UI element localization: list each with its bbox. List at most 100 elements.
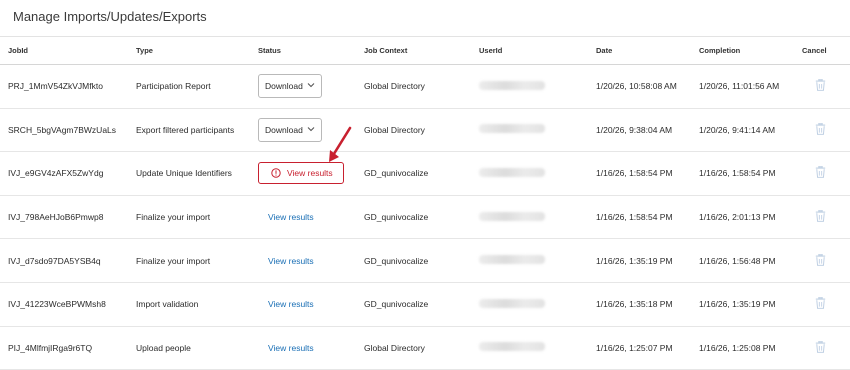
column-header-date: Date xyxy=(596,36,699,65)
cell-jobid: PRJ_1MmV54ZkVJMfkto xyxy=(0,64,136,109)
column-header-job-context: Job Context xyxy=(364,36,479,65)
cell-job-context: GD_qunivocalize xyxy=(364,238,479,283)
cell-jobid: IVJ_e9GV4zAFX5ZwYdg xyxy=(0,151,136,196)
alert-circle-icon xyxy=(271,168,281,179)
cell-job-context: Global Directory xyxy=(364,326,479,370)
cell-job-context: GD_qunivocalize xyxy=(364,195,479,240)
cell-jobid: IVJ_41223WceBPWMsh8 xyxy=(0,282,136,327)
cell-job-context: Global Directory xyxy=(364,108,479,153)
cell-completion: 1/16/26, 1:56:48 PM xyxy=(699,238,802,283)
cell-userid xyxy=(479,282,596,327)
download-dropdown-button[interactable]: Download xyxy=(258,117,322,142)
cell-cancel xyxy=(802,238,850,283)
cell-cancel xyxy=(802,108,850,153)
table-header-row: JobId Type Status Job Context UserId Dat… xyxy=(0,36,850,65)
view-results-label: View results xyxy=(287,168,333,179)
cell-date: 1/16/26, 1:58:54 PM xyxy=(596,151,699,196)
cell-completion: 1/16/26, 1:35:19 PM xyxy=(699,282,802,327)
cell-cancel xyxy=(802,282,850,327)
column-header-completion: Completion xyxy=(699,36,802,65)
cell-userid xyxy=(479,326,596,370)
view-results-button[interactable]: View results xyxy=(258,162,344,185)
view-results-link[interactable]: View results xyxy=(268,343,314,353)
table-row: IVJ_798AeHJoB6Pmwp8 Finalize your import… xyxy=(0,195,850,240)
table-row: IVJ_d7sdo97DA5YSB4q Finalize your import… xyxy=(0,238,850,283)
cell-userid xyxy=(479,195,596,240)
cell-type: Update Unique Identifiers xyxy=(136,151,258,196)
trash-icon[interactable] xyxy=(815,340,826,353)
cell-status: View results xyxy=(258,151,364,196)
cell-jobid: IVJ_798AeHJoB6Pmwp8 xyxy=(0,195,136,240)
table-row: PIJ_4MlfmjIRga9r6TQ Upload people View r… xyxy=(0,326,850,370)
cell-cancel xyxy=(802,64,850,109)
trash-icon[interactable] xyxy=(815,209,826,222)
trash-icon[interactable] xyxy=(815,297,826,310)
cell-status: View results xyxy=(258,326,364,370)
cell-date: 1/16/26, 1:35:19 PM xyxy=(596,238,699,283)
table-row: IVJ_41223WceBPWMsh8 Import validation Vi… xyxy=(0,282,850,327)
chevron-down-icon xyxy=(307,125,315,135)
cell-type: Finalize your import xyxy=(136,238,258,283)
column-header-cancel: Cancel xyxy=(802,36,850,65)
download-label: Download xyxy=(265,81,303,92)
cell-status: View results xyxy=(258,195,364,240)
cell-status: Download xyxy=(258,108,364,153)
cell-completion: 1/20/26, 11:01:56 AM xyxy=(699,64,802,109)
cell-date: 1/16/26, 1:58:54 PM xyxy=(596,195,699,240)
redacted-userid xyxy=(479,211,545,221)
download-label: Download xyxy=(265,124,303,135)
cell-completion: 1/16/26, 2:01:13 PM xyxy=(699,195,802,240)
trash-icon[interactable] xyxy=(815,166,826,179)
cell-jobid: SRCH_5bgVAgm7BWzUaLs xyxy=(0,108,136,153)
page-title: Manage Imports/Updates/Exports xyxy=(13,9,207,24)
cell-jobid: PIJ_4MlfmjIRga9r6TQ xyxy=(0,326,136,370)
cell-job-context: GD_qunivocalize xyxy=(364,151,479,196)
cell-type: Finalize your import xyxy=(136,195,258,240)
cell-date: 1/16/26, 1:25:07 PM xyxy=(596,326,699,370)
view-results-link[interactable]: View results xyxy=(268,212,314,222)
chevron-down-icon xyxy=(307,81,315,91)
download-dropdown-button[interactable]: Download xyxy=(258,74,322,99)
cell-cancel xyxy=(802,326,850,370)
redacted-userid xyxy=(479,124,545,134)
cell-type: Upload people xyxy=(136,326,258,370)
column-header-userid: UserId xyxy=(479,36,596,65)
trash-icon[interactable] xyxy=(815,253,826,266)
cell-jobid: IVJ_d7sdo97DA5YSB4q xyxy=(0,238,136,283)
table-row: PRJ_1MmV54ZkVJMfkto Participation Report… xyxy=(0,64,850,109)
cell-type: Import validation xyxy=(136,282,258,327)
cell-job-context: Global Directory xyxy=(364,64,479,109)
cell-status: Download xyxy=(258,64,364,109)
jobs-table: JobId Type Status Job Context UserId Dat… xyxy=(0,36,850,370)
cell-completion: 1/20/26, 9:41:14 AM xyxy=(699,108,802,153)
cell-cancel xyxy=(802,195,850,240)
table-row: SRCH_5bgVAgm7BWzUaLs Export filtered par… xyxy=(0,108,850,153)
cell-completion: 1/16/26, 1:25:08 PM xyxy=(699,326,802,370)
cell-type: Export filtered participants xyxy=(136,108,258,153)
column-header-type: Type xyxy=(136,36,258,65)
cell-userid xyxy=(479,64,596,109)
trash-icon[interactable] xyxy=(815,122,826,135)
cell-userid xyxy=(479,151,596,196)
cell-date: 1/20/26, 10:58:08 AM xyxy=(596,64,699,109)
view-results-link[interactable]: View results xyxy=(268,299,314,309)
redacted-userid xyxy=(479,342,545,352)
cell-cancel xyxy=(802,151,850,196)
redacted-userid xyxy=(479,255,545,265)
cell-completion: 1/16/26, 1:58:54 PM xyxy=(699,151,802,196)
cell-job-context: GD_qunivocalize xyxy=(364,282,479,327)
cell-userid xyxy=(479,238,596,283)
column-header-status: Status xyxy=(258,36,364,65)
view-results-link[interactable]: View results xyxy=(268,256,314,266)
cell-status: View results xyxy=(258,282,364,327)
column-header-jobid: JobId xyxy=(0,36,136,65)
trash-icon[interactable] xyxy=(815,79,826,92)
cell-userid xyxy=(479,108,596,153)
table-row: IVJ_e9GV4zAFX5ZwYdg Update Unique Identi… xyxy=(0,151,850,196)
cell-date: 1/16/26, 1:35:18 PM xyxy=(596,282,699,327)
redacted-userid xyxy=(479,298,545,308)
cell-status: View results xyxy=(258,238,364,283)
cell-type: Participation Report xyxy=(136,64,258,109)
page-header: Manage Imports/Updates/Exports xyxy=(0,0,850,37)
redacted-userid xyxy=(479,167,545,177)
